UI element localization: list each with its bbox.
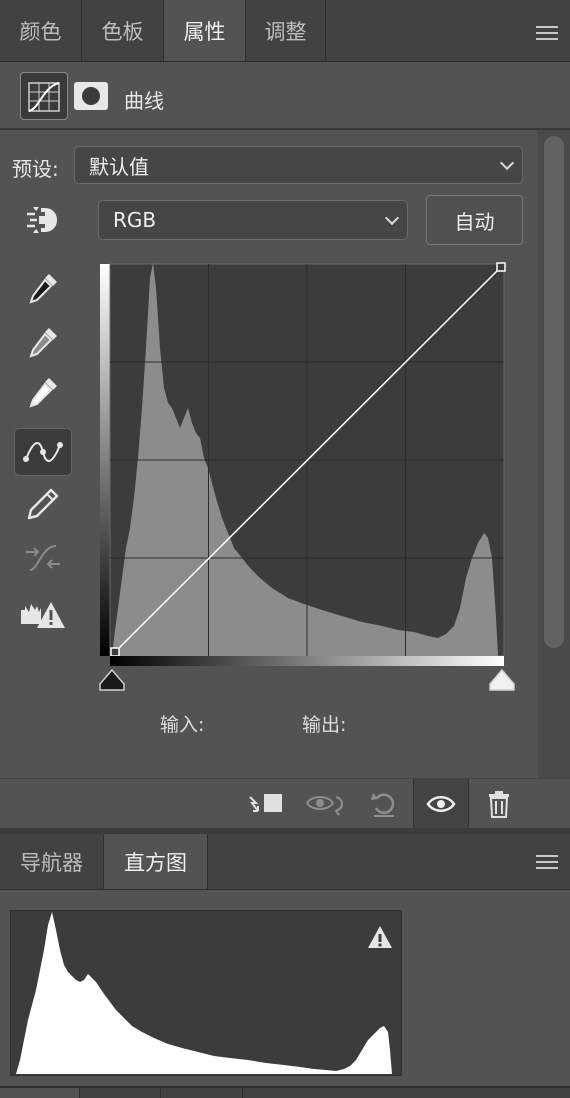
curves-adjustment-icon[interactable] — [20, 72, 68, 120]
panel-menu-icon[interactable] — [536, 26, 558, 40]
smooth-curve-tool — [14, 534, 72, 582]
panel-title: 曲线 — [124, 89, 164, 113]
tab-navigator[interactable]: 导航器 — [0, 834, 104, 889]
preset-value: 默认值 — [89, 154, 149, 179]
white-point-slider — [489, 668, 515, 691]
input-label: 输入: — [160, 714, 205, 736]
auto-button[interactable]: 自动 — [426, 195, 523, 245]
curve-points-icon — [23, 442, 63, 462]
preset-select[interactable]: 默认值 — [74, 146, 523, 184]
gray-point-tool[interactable] — [14, 318, 72, 366]
histogram-tab-bar: 导航器 直方图 — [0, 834, 570, 890]
white-point-tool[interactable] — [14, 368, 72, 416]
properties-action-bar — [0, 778, 570, 829]
pencil-icon — [27, 488, 59, 520]
smooth-curve-icon — [26, 545, 60, 571]
tab-adjustments[interactable]: 调整 — [246, 0, 326, 61]
black-point-tool[interactable] — [14, 264, 72, 312]
target-adjust-icon — [27, 207, 57, 233]
view-previous-state-icon — [305, 796, 343, 816]
output-label: 输出: — [302, 714, 347, 736]
layer-mask-icon[interactable] — [74, 82, 108, 110]
histogram-display — [10, 910, 402, 1076]
reset-button — [364, 779, 404, 829]
black-point-slider — [99, 668, 125, 691]
delete-icon — [489, 791, 509, 818]
clip-to-layer-icon — [249, 794, 282, 812]
curve-point-black — [110, 647, 120, 657]
gray-point-eyedropper-icon — [29, 328, 57, 358]
clip-to-layer-button[interactable] — [244, 779, 288, 829]
input-gradient-bar — [110, 656, 504, 666]
chevron-down-icon — [384, 210, 400, 226]
curve-point-white — [496, 262, 506, 272]
histogram-menu-icon[interactable] — [536, 855, 558, 869]
black-point-eyedropper-icon — [29, 274, 57, 304]
white-point-eyedropper-icon — [29, 378, 57, 408]
tab-swatches[interactable]: 色板 — [82, 0, 164, 61]
tab-color[interactable]: 颜色 — [0, 0, 82, 61]
preset-label: 预设: — [12, 157, 59, 181]
curves-graph[interactable] — [98, 258, 518, 698]
channel-select[interactable]: RGB — [98, 200, 408, 240]
tab-histogram[interactable]: 直方图 — [104, 834, 208, 889]
target-adjust-tool[interactable] — [14, 196, 72, 244]
properties-tab-bar: 颜色 色板 属性 调整 — [0, 0, 570, 62]
delete-button[interactable] — [480, 779, 518, 829]
channel-value: RGB — [113, 208, 157, 232]
visibility-eye-icon — [426, 796, 456, 812]
output-gradient-bar — [100, 264, 110, 656]
clipping-warning-icon — [21, 602, 65, 628]
tab-properties[interactable]: 属性 — [164, 0, 246, 61]
chevron-down-icon — [499, 155, 515, 171]
clipping-warning-tool[interactable] — [14, 590, 72, 638]
view-previous-state-button — [302, 779, 348, 829]
reset-icon — [371, 793, 395, 817]
bottom-panel-strip — [0, 1086, 570, 1098]
toggle-visibility-button[interactable] — [413, 779, 469, 829]
header-divider — [0, 128, 570, 130]
curve-points-tool[interactable] — [14, 428, 72, 476]
properties-scrollbar-thumb[interactable] — [544, 136, 564, 648]
pencil-tool[interactable] — [14, 480, 72, 528]
